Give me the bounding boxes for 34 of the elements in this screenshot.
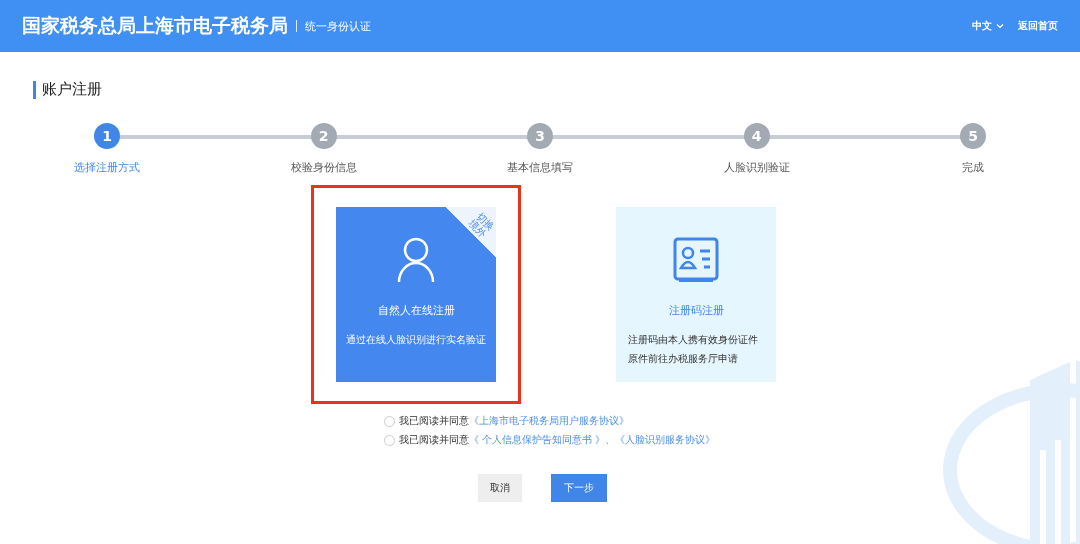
agreement-link[interactable]: 《上海市电子税务局用户服务协议》 [469,414,629,428]
language-dropdown[interactable]: 中文 [972,19,1004,33]
option-title: 自然人在线注册 [377,303,455,318]
step-label: 完成 [962,160,984,175]
option-description: 注册码由本人携有效身份证件原件前往办税服务厅申请 [627,333,759,366]
step-number: 1 [94,123,120,149]
home-link[interactable]: 返回首页 [1018,19,1058,33]
cancel-button[interactable]: 取消 [478,474,522,502]
step-number: 2 [310,123,337,149]
page-title: 账户注册 [42,80,102,99]
separator-text: 、 [605,433,616,447]
heading-accent-bar [33,80,36,99]
agreement-text: 我已阅读并同意 [399,433,469,447]
site-subtitle: 统一身份认证 [305,18,371,34]
step-label: 选择注册方式 [74,160,140,175]
option-description: 通过在线人脸识别进行实名验证 [345,333,487,347]
id-card-icon [673,237,719,283]
next-button[interactable]: 下一步 [551,474,607,502]
step-number: 5 [960,123,986,149]
chevron-down-icon [996,23,1004,29]
agreement-link[interactable]: 《人脸识别服务协议》 [615,433,716,447]
step-label: 人脸识别验证 [723,160,790,175]
registration-option-card[interactable]: 注册码注册 注册码由本人携有效身份证件原件前往办税服务厅申请 [616,207,776,382]
step-number: 3 [527,123,553,149]
option-title: 注册码注册 [668,303,724,318]
step-label: 校验身份信息 [290,160,357,175]
step-label: 基本信息填写 [507,160,573,175]
corner-badge[interactable]: 切换境外 [446,207,496,257]
person-icon [397,237,435,283]
site-title: 国家税务总局上海市电子税务局 [22,13,288,38]
step-number: 4 [743,123,770,149]
agreement-link[interactable]: 《 个人信息保护告知同意书 》 [469,433,606,447]
agreement-text: 我已阅读并同意 [399,414,469,428]
registration-option-card[interactable]: 切换境外 自然人在线注册 通过在线人脸识别进行实名验证 [336,207,496,382]
